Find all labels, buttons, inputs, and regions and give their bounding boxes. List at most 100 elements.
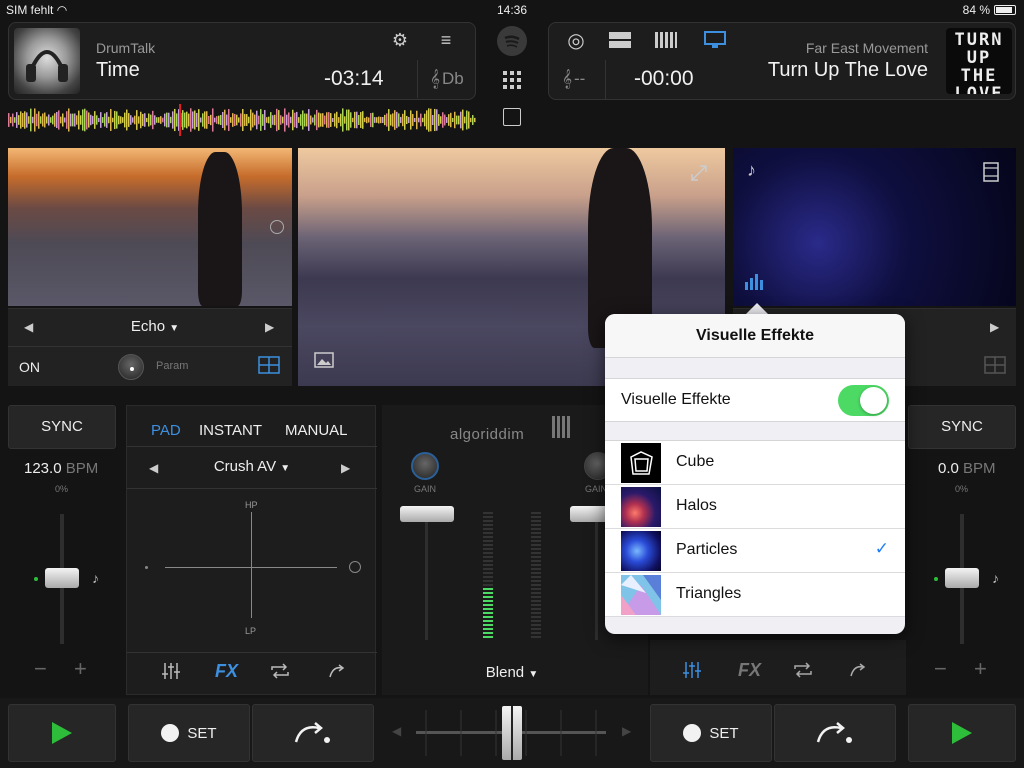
waveform-bar — [350, 112, 352, 128]
visualizer-bars-icon[interactable] — [745, 274, 767, 290]
keylock-note-icon[interactable]: ♪ — [92, 570, 99, 586]
param-knob[interactable] — [118, 354, 144, 380]
waveform-bar — [414, 117, 416, 123]
effect-prev-arrow[interactable]: ◀ — [149, 461, 158, 475]
pitch-plus-button[interactable]: + — [74, 656, 87, 682]
pitch-minus-button[interactable]: − — [34, 656, 47, 682]
video-monitor-icon[interactable] — [703, 30, 727, 50]
sync-button-right[interactable]: SYNC — [908, 405, 1016, 449]
layout-split-icon[interactable] — [609, 32, 631, 48]
waveform-bar — [286, 114, 288, 126]
fx-tab[interactable]: FX — [215, 661, 238, 682]
loop-icon[interactable] — [269, 663, 291, 679]
waveform-bar — [36, 113, 38, 127]
set-cue-button-left[interactable]: SET — [128, 704, 250, 762]
video-left-preview[interactable] — [8, 148, 292, 306]
xy-pad-vertical-axis[interactable] — [251, 512, 252, 618]
crossfader-right-arrow[interactable]: ▶ — [622, 724, 631, 738]
layout-columns-icon[interactable] — [655, 32, 677, 48]
fx-grid-icon-right[interactable] — [984, 356, 1006, 374]
waveform-bar — [404, 110, 406, 130]
target-icon[interactable] — [349, 561, 361, 573]
algoriddim-logo: algoriddim — [450, 426, 525, 443]
video-right-preview[interactable]: ♪ — [733, 148, 1016, 306]
playhead-marker[interactable] — [179, 104, 181, 136]
eq-sliders-icon[interactable] — [161, 662, 181, 680]
album-cover-right[interactable]: TURN UP THE LOVE — [946, 28, 1012, 94]
effect-selector[interactable]: Crush AV ▼ — [197, 458, 307, 475]
crossfader-handle[interactable] — [502, 706, 522, 760]
grid-menu-icon[interactable] — [502, 70, 522, 90]
xy-pad-horizontal-axis[interactable] — [165, 567, 337, 568]
fx-next-arrow-right[interactable]: ▶ — [990, 320, 999, 334]
waveform-bar — [248, 116, 250, 124]
effect-next-arrow[interactable]: ▶ — [341, 461, 350, 475]
redo-arc-icon[interactable] — [848, 662, 870, 678]
waveform-bar — [44, 112, 46, 128]
waveform-bar — [372, 112, 374, 128]
album-cover-left[interactable] — [14, 28, 80, 94]
visual-effects-switch[interactable] — [838, 385, 889, 416]
waveform-bar — [104, 113, 106, 127]
fx-selector-left[interactable]: Echo ▼ — [110, 318, 200, 335]
battery-icon — [994, 5, 1016, 15]
waveform-bar — [212, 108, 214, 132]
pitch-plus-button[interactable]: + — [974, 656, 987, 682]
waveform-bar — [24, 111, 26, 129]
spotify-icon[interactable] — [497, 26, 527, 56]
artist-left: DrumTalk — [96, 40, 156, 56]
effect-item-particles[interactable]: Particles ✓ — [605, 529, 905, 573]
jump-cue-button-left[interactable] — [252, 704, 374, 762]
tab-pad[interactable]: PAD — [151, 422, 181, 439]
fx-next-arrow[interactable]: ▶ — [265, 320, 274, 334]
pitch-minus-button[interactable]: − — [934, 656, 947, 682]
waveform-bar — [430, 108, 432, 132]
jump-cue-button-right[interactable] — [774, 704, 896, 762]
waveform-bar — [66, 111, 68, 129]
play-button-left[interactable] — [8, 704, 116, 762]
waveform-bar — [56, 111, 58, 129]
blend-selector[interactable]: Blend ▼ — [472, 664, 552, 681]
effect-item-triangles[interactable]: Triangles — [605, 573, 905, 617]
key-right-button[interactable]: 𝄞 -- — [548, 60, 606, 100]
pitch-fader-handle-right[interactable] — [945, 568, 979, 588]
pitch-fader-handle-left[interactable] — [45, 568, 79, 588]
vinyl-icon[interactable]: ◎ — [564, 28, 588, 52]
cover-text-line: UP — [966, 48, 992, 68]
waveform-bar — [434, 108, 436, 132]
image-icon[interactable] — [314, 352, 334, 368]
play-button-right[interactable] — [908, 704, 1016, 762]
effect-item-halos[interactable]: Halos — [605, 485, 905, 529]
waveform-bar — [74, 113, 76, 127]
expand-icon[interactable] — [690, 164, 708, 182]
eq-sliders-icon[interactable] — [682, 661, 702, 679]
volume-fader-track-left[interactable] — [425, 508, 428, 640]
fx-on-button[interactable]: ON — [19, 359, 40, 375]
playlist-icon[interactable]: ≡ — [434, 28, 458, 52]
keylock-note-icon[interactable]: ♪ — [992, 570, 999, 586]
fx-grid-icon[interactable] — [258, 356, 280, 374]
set-cue-button-right[interactable]: SET — [650, 704, 772, 762]
waveform-bar — [230, 117, 232, 123]
film-icon[interactable] — [983, 162, 999, 182]
tab-manual[interactable]: MANUAL — [285, 422, 348, 439]
sync-button-left[interactable]: SYNC — [8, 405, 116, 449]
settings-gear-icon[interactable]: ⚙ — [388, 28, 412, 52]
tab-instant[interactable]: INSTANT — [199, 422, 262, 439]
waveform-bar — [28, 116, 30, 124]
record-tray-icon[interactable] — [503, 108, 521, 126]
fx-prev-arrow[interactable]: ◀ — [24, 320, 33, 334]
gain-knob-left[interactable] — [411, 452, 439, 480]
target-icon[interactable] — [270, 220, 284, 234]
key-left-button[interactable]: 𝄞 Db — [417, 60, 475, 98]
waveform-bar — [462, 109, 464, 131]
volume-fader-track-right[interactable] — [595, 508, 598, 640]
waveform-bar — [140, 111, 142, 129]
fx-tab-right[interactable]: FX — [738, 660, 761, 681]
crossfader-left-arrow[interactable]: ◀ — [392, 724, 401, 738]
waveform-overview[interactable] — [8, 106, 476, 134]
redo-arc-icon[interactable] — [327, 663, 349, 679]
loop-icon[interactable] — [792, 662, 814, 678]
effect-item-cube[interactable]: Cube — [605, 441, 905, 485]
volume-fader-handle-left[interactable] — [400, 506, 454, 522]
